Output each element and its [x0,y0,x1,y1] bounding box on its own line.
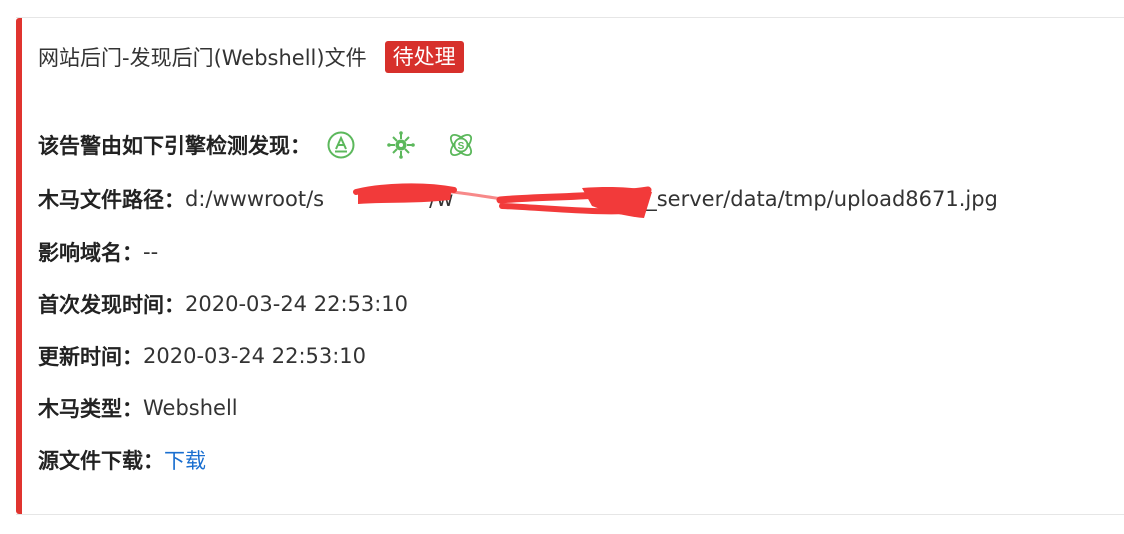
trojan-type-label: 木马类型： [38,397,143,421]
severity-accent-bar [16,18,22,514]
first-seen-row: 首次发现时间： 2020-03-24 22:53:10 [38,289,408,319]
updated-time-row: 更新时间： 2020-03-24 22:53:10 [38,341,366,371]
first-seen-label: 首次发现时间： [38,293,185,317]
first-seen-value: 2020-03-24 22:53:10 [185,292,409,316]
affected-domain-label: 影响域名： [38,241,143,265]
engine-icon-list: S [325,129,477,161]
status-badge: 待处理 [384,41,464,73]
affected-domain-value: -- [143,240,159,264]
engine-virus-icon [385,129,417,161]
updated-time-value: 2020-03-24 22:53:10 [143,344,367,368]
svg-text:S: S [458,141,465,152]
engine-a-icon [325,129,357,161]
alert-header: 网站后门-发现后门(Webshell)文件 待处理 [38,40,464,74]
source-download-row: 源文件下载： 下载 [38,445,206,475]
engine-atom-icon: S [445,129,477,161]
trojan-path-row: 木马文件路径： d:/wwwroot/s /w uc_server/data/t… [38,184,998,214]
affected-domain-row: 影响域名： -- [38,237,158,267]
alert-card [16,17,1124,515]
engines-label: 该告警由如下引擎检测发现： [38,134,311,158]
download-link[interactable]: 下载 [164,445,206,475]
engines-row: 该告警由如下引擎检测发现： S [38,130,477,160]
source-download-label: 源文件下载： [38,449,164,473]
trojan-path-value: d:/wwwroot/s /w uc_server/data/tmp/uploa… [185,187,998,211]
trojan-type-value: Webshell [143,396,238,420]
trojan-path-label: 木马文件路径： [38,188,185,212]
trojan-type-row: 木马类型： Webshell [38,393,238,423]
updated-time-label: 更新时间： [38,345,143,369]
alert-title: 网站后门-发现后门(Webshell)文件 [38,46,367,70]
